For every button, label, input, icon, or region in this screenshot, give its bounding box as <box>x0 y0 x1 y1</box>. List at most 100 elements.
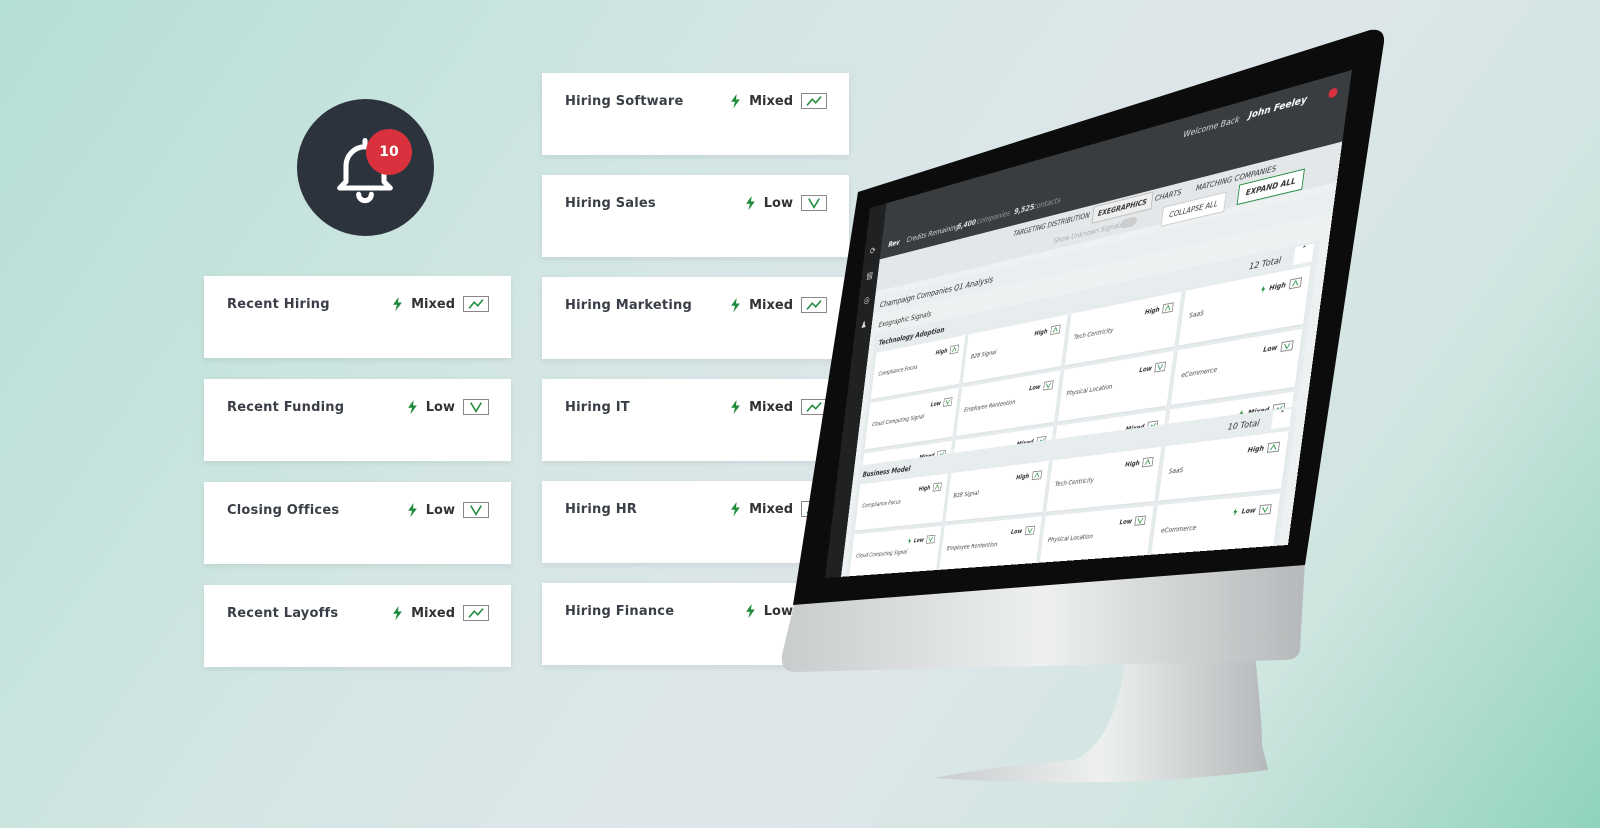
signal-name: Physical Location <box>1066 382 1113 398</box>
signal-name: Compliance Focus <box>878 363 918 378</box>
notification-bell-button[interactable] <box>297 99 434 236</box>
signal-level: High <box>1033 327 1048 338</box>
signal-level: Low <box>930 399 942 409</box>
signal-level: Low <box>763 603 793 619</box>
signal-level: Mixed <box>411 296 455 312</box>
signal-card[interactable]: eCommerce Low <box>1150 493 1281 560</box>
signal-card[interactable]: Hiring HR Mixed <box>542 481 849 563</box>
bolt-icon <box>745 603 755 619</box>
signal-level: Mixed <box>749 399 793 415</box>
signal-card[interactable]: Hiring Marketing Mixed <box>542 277 849 359</box>
tab-charts[interactable]: CHARTS <box>1154 188 1182 203</box>
signal-level: High <box>1144 305 1161 317</box>
signal-card[interactable]: Tech Centricity High <box>1045 446 1162 512</box>
trend-low-icon <box>1280 340 1294 353</box>
trend-low-icon <box>1154 361 1167 373</box>
brand: Rev <box>887 238 901 250</box>
signal-card[interactable]: Recent Funding Low <box>204 379 511 461</box>
bolt-icon <box>731 501 740 517</box>
signal-name: eCommerce <box>1160 524 1197 535</box>
signal-level: High <box>1124 459 1141 469</box>
signal-name: Hiring IT <box>565 400 630 415</box>
signal-level: High <box>1015 472 1030 482</box>
bolt-icon <box>745 195 755 211</box>
unknown-signals-toggle[interactable] <box>1120 216 1138 230</box>
signal-card[interactable]: Closing Offices Low <box>204 482 511 564</box>
companies-count: 6,400 <box>956 218 977 232</box>
signal-name: Physical Location <box>1047 532 1094 544</box>
signal-card[interactable]: Recent Layoffs Mixed <box>204 585 511 667</box>
trend-low-icon <box>463 399 489 415</box>
trend-high-icon <box>1142 456 1154 468</box>
trend-low-icon <box>1024 525 1035 536</box>
bolt-icon <box>1260 285 1266 294</box>
trend-mixed-icon <box>801 399 827 415</box>
signal-name: Hiring Sales <box>565 196 656 211</box>
signal-card[interactable]: Recent Hiring Mixed <box>204 276 511 358</box>
signal-level: Low <box>913 536 925 545</box>
signal-name: SaaS <box>1168 466 1184 476</box>
trend-high-icon <box>1162 302 1175 314</box>
signal-level: Low <box>1119 517 1133 527</box>
signal-level: Low <box>425 399 455 415</box>
trend-low-icon <box>1042 380 1054 391</box>
signal-level: Low <box>1262 343 1278 354</box>
signal-card[interactable]: Hiring Sales Low <box>542 175 849 257</box>
signal-card[interactable]: SaaS High <box>1158 430 1289 501</box>
trend-low-icon <box>801 603 827 619</box>
signal-level: Mixed <box>749 297 793 313</box>
signal-name: Cloud Computing Signal <box>871 413 925 428</box>
bolt-icon <box>393 296 402 312</box>
signal-name: Closing Offices <box>227 503 340 518</box>
collapse-chevron-icon[interactable]: ˆ <box>1292 243 1314 266</box>
signal-name: Employee Rentention <box>946 540 998 552</box>
signal-level: Mixed <box>749 501 793 517</box>
signal-level: Low <box>1028 383 1041 393</box>
signal-card[interactable]: Cloud Computing Signal Low <box>848 525 942 579</box>
signal-card[interactable]: Hiring Finance Low <box>542 583 849 665</box>
trend-high-icon <box>1031 470 1042 481</box>
signal-level: Mixed <box>411 605 455 621</box>
signal-name: Hiring Finance <box>565 604 675 619</box>
signal-name: Hiring HR <box>565 502 637 517</box>
signal-level: Low <box>1138 364 1153 375</box>
trend-mixed-icon <box>801 93 827 109</box>
signal-name: Hiring Software <box>565 94 684 109</box>
bolt-icon <box>407 399 417 415</box>
trend-high-icon <box>949 344 959 355</box>
signal-card[interactable]: Hiring IT Mixed <box>542 379 849 461</box>
signal-name: Recent Layoffs <box>227 606 339 621</box>
bolt-icon <box>393 605 402 621</box>
trend-low-icon <box>942 397 953 407</box>
bolt-icon <box>731 93 740 109</box>
bolt-icon <box>731 297 740 313</box>
signal-name: Tech Centricity <box>1073 326 1114 342</box>
signal-card[interactable]: Compliance Focus High <box>854 473 948 531</box>
globe-icon[interactable]: ◎ <box>858 293 876 307</box>
signal-level: High <box>1247 444 1265 455</box>
signal-name: SaaS <box>1188 309 1205 320</box>
notification-count-badge: 10 <box>366 129 412 175</box>
signal-name: Recent Hiring <box>227 297 330 312</box>
notification-icon[interactable]: ● <box>1327 83 1339 100</box>
signal-level: High <box>918 484 931 493</box>
group-total: 10 Total <box>1227 418 1260 433</box>
trend-low-icon <box>925 534 936 544</box>
signal-card[interactable]: Physical Location Low <box>1038 505 1154 568</box>
document-icon[interactable]: ▤ <box>861 268 879 282</box>
contacts-count: 9,525 <box>1013 203 1035 217</box>
trend-low-icon <box>1134 515 1147 526</box>
collapse-chevron-icon[interactable]: ˆ <box>1270 408 1292 430</box>
user-menu[interactable]: John Feeley <box>1248 94 1308 121</box>
trend-mixed-icon <box>801 297 827 313</box>
signal-card[interactable]: Hiring Software Mixed <box>542 73 849 155</box>
companies-label: companies <box>976 209 1011 227</box>
bolt-icon <box>1232 508 1239 517</box>
group-total: 12 Total <box>1248 255 1282 273</box>
signal-card[interactable]: Employee Rentention Low <box>938 516 1042 575</box>
signal-level: High <box>935 347 948 357</box>
signal-card[interactable]: B2B Signal High <box>945 460 1049 522</box>
trend-high-icon <box>932 482 942 492</box>
users-icon[interactable]: ♟ <box>855 318 873 332</box>
trend-high-icon <box>1266 441 1281 453</box>
